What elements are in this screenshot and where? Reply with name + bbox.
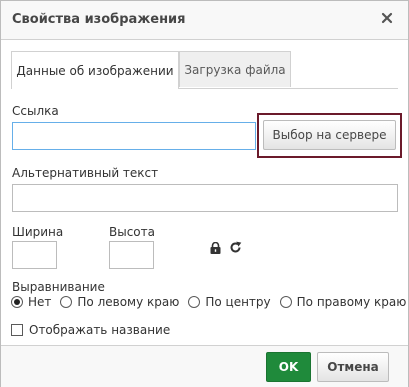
- dialog-title: Свойства изображения: [12, 12, 186, 27]
- lock-icon[interactable]: [210, 242, 221, 254]
- align-right-option[interactable]: По правому краю: [279, 295, 407, 309]
- height-input[interactable]: [109, 241, 154, 269]
- reset-icon[interactable]: [229, 241, 242, 254]
- alignment-label: Выравнивание: [12, 280, 105, 294]
- width-label: Ширина: [12, 225, 64, 239]
- width-input[interactable]: [12, 241, 57, 269]
- alt-text-label: Альтернативный текст: [12, 166, 159, 180]
- align-left-option[interactable]: По левому краю: [60, 295, 179, 309]
- align-left-label: По левому краю: [77, 295, 180, 309]
- align-right-label: По правому краю: [296, 295, 407, 309]
- browse-server-button[interactable]: Выбор на сервере: [263, 120, 396, 150]
- ok-button[interactable]: OK: [266, 352, 311, 382]
- tab-bar: Данные об изображении Загрузка файла: [11, 51, 398, 89]
- show-caption-label: Отображать название: [29, 323, 171, 337]
- align-none-option[interactable]: Нет: [11, 295, 51, 309]
- alignment-radio-group: Нет По левому краю По центру По правому …: [11, 293, 406, 311]
- show-caption-checkbox[interactable]: [11, 324, 23, 336]
- height-label: Высота: [109, 225, 155, 239]
- align-right-radio[interactable]: [279, 296, 292, 308]
- alt-text-input[interactable]: [12, 184, 398, 212]
- tab-upload[interactable]: Загрузка файла: [179, 51, 291, 87]
- tab-image-info[interactable]: Данные об изображении: [11, 51, 179, 89]
- align-none-label: Нет: [28, 295, 52, 309]
- close-icon[interactable]: [380, 11, 394, 25]
- url-input[interactable]: [12, 122, 256, 150]
- align-left-radio[interactable]: [60, 296, 73, 308]
- align-center-option[interactable]: По центру: [188, 295, 271, 309]
- url-label: Ссылка: [12, 104, 59, 118]
- image-properties-dialog: Свойства изображения Данные об изображен…: [0, 0, 409, 387]
- cancel-button[interactable]: Отмена: [317, 352, 389, 382]
- align-none-radio[interactable]: [11, 296, 23, 308]
- align-center-label: По центру: [205, 295, 271, 309]
- align-center-radio[interactable]: [188, 296, 201, 308]
- show-caption-option[interactable]: Отображать название: [11, 321, 170, 339]
- dialog-titlebar: Свойства изображения: [1, 1, 408, 40]
